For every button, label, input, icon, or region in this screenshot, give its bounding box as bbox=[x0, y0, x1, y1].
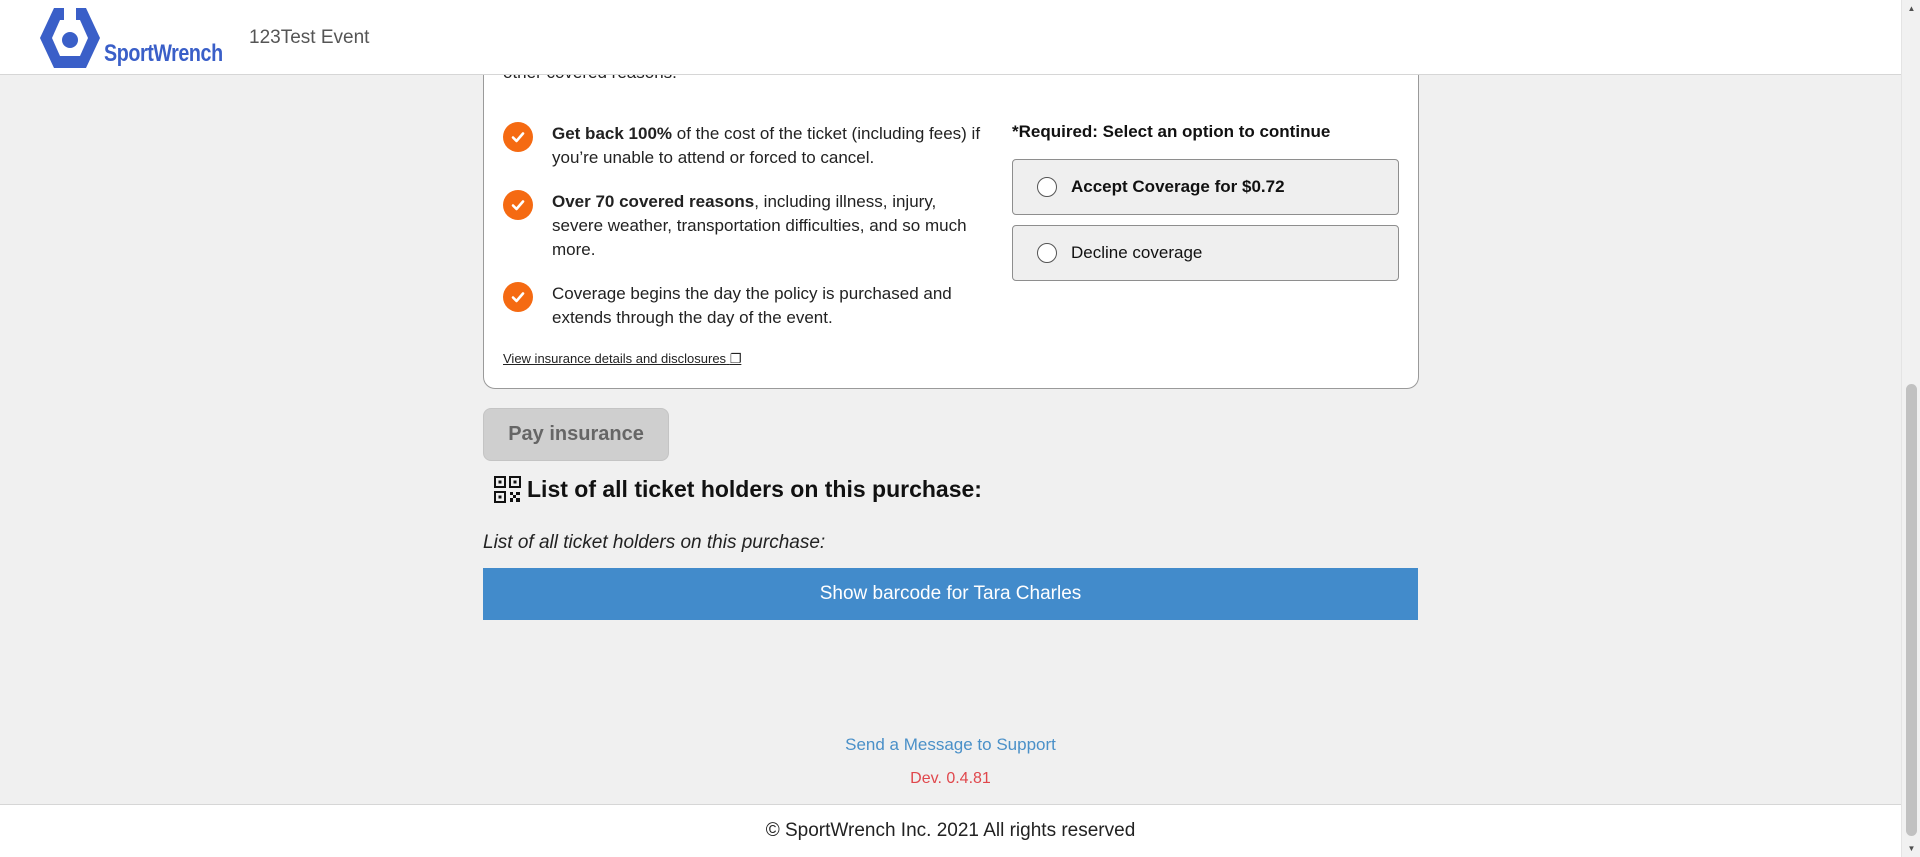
checkmark-icon bbox=[503, 190, 533, 220]
vertical-scrollbar[interactable]: ▲ ▼ bbox=[1901, 0, 1920, 857]
sportwrench-logo[interactable]: SportWrench bbox=[38, 6, 223, 70]
support-message-link[interactable]: Send a Message to Support bbox=[0, 735, 1901, 755]
footer: © SportWrench Inc. 2021 All rights reser… bbox=[0, 804, 1901, 857]
decline-coverage-label: Decline coverage bbox=[1071, 243, 1203, 262]
radio-button[interactable] bbox=[1037, 177, 1057, 197]
top-header: SportWrench 123Test Event bbox=[0, 0, 1901, 75]
qr-code-icon bbox=[494, 476, 521, 503]
insurance-details-link[interactable]: View insurance details and disclosures ❐ bbox=[503, 351, 741, 367]
wrench-logo-icon bbox=[40, 6, 100, 68]
ticket-holders-title: List of all ticket holders on this purch… bbox=[527, 476, 982, 502]
benefit-text: Over 70 covered reasons, including illne… bbox=[552, 190, 982, 262]
benefit-text: Get back 100% of the cost of the ticket … bbox=[552, 122, 982, 170]
benefit-bold: Over 70 covered reasons bbox=[552, 192, 755, 211]
scroll-thumb[interactable] bbox=[1906, 384, 1917, 836]
app-version: Dev. 0.4.81 bbox=[910, 770, 991, 787]
accept-coverage-option[interactable]: Accept Coverage for $0.72 bbox=[1012, 159, 1399, 215]
ticket-holders-heading: List of all ticket holders on this purch… bbox=[494, 476, 982, 503]
external-link-icon: ❐ bbox=[729, 351, 742, 366]
accept-coverage-label: Accept Coverage for $0.72 bbox=[1071, 177, 1285, 196]
scroll-down-arrow-icon[interactable]: ▼ bbox=[1902, 840, 1920, 857]
checkmark-icon bbox=[503, 282, 533, 312]
checkmark-icon bbox=[503, 122, 533, 152]
insurance-card: prevent participation, including sicknes… bbox=[483, 40, 1419, 389]
benefit-rest: Coverage begins the day the policy is pu… bbox=[552, 284, 952, 327]
ticket-holders-subtitle: List of all ticket holders on this purch… bbox=[483, 532, 826, 553]
decline-coverage-option[interactable]: Decline coverage bbox=[1012, 225, 1399, 281]
logo-text: SportWrench bbox=[104, 40, 223, 67]
show-barcode-button[interactable]: Show barcode for Tara Charles bbox=[483, 568, 1418, 620]
copyright-text: © SportWrench Inc. 2021 All rights reser… bbox=[765, 820, 1136, 841]
benefit-bold: Get back 100% bbox=[552, 124, 673, 143]
details-link-label: View insurance details and disclosures bbox=[503, 351, 727, 366]
scroll-up-arrow-icon[interactable]: ▲ bbox=[1902, 0, 1920, 17]
benefit-text: Coverage begins the day the policy is pu… bbox=[552, 282, 982, 330]
required-option-label: *Required: Select an option to continue bbox=[1012, 122, 1331, 141]
pay-insurance-button[interactable]: Pay insurance bbox=[483, 408, 669, 461]
event-title: 123Test Event bbox=[249, 27, 370, 48]
radio-button[interactable] bbox=[1037, 243, 1057, 263]
